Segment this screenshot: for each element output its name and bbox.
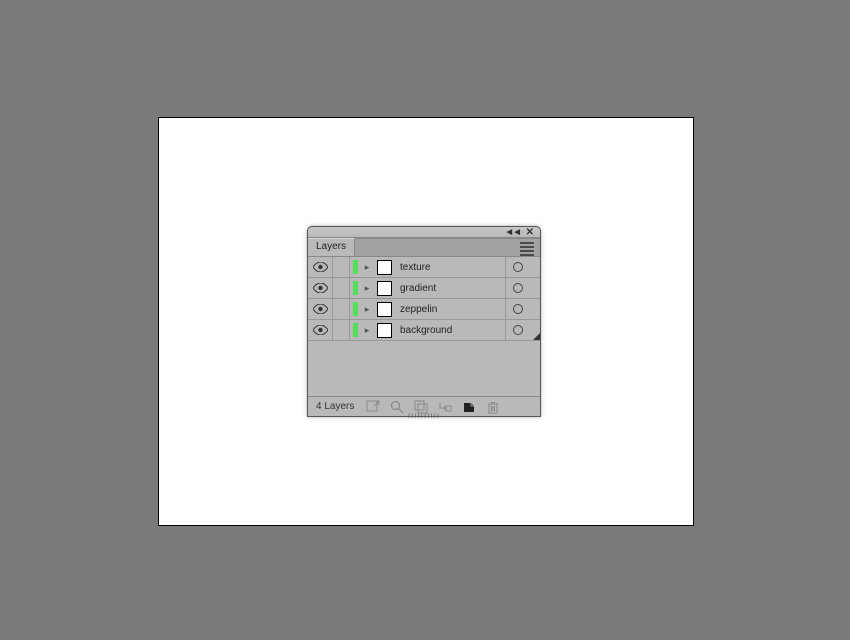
eye-icon (313, 325, 328, 335)
new-layer-icon[interactable] (462, 400, 476, 414)
delete-icon (486, 400, 500, 414)
visibility-toggle[interactable] (308, 320, 333, 340)
target-icon[interactable] (505, 257, 530, 277)
layer-name[interactable]: zeppelin (394, 304, 505, 315)
lock-column[interactable] (333, 320, 350, 340)
tab-layers[interactable]: Layers (308, 238, 355, 256)
panel-menu-icon[interactable] (520, 242, 534, 256)
panel-footer: 4 Layers ıııııııııı (308, 396, 540, 416)
new-sublayer-icon (438, 400, 452, 414)
layer-row[interactable]: ▸ gradient (308, 278, 540, 299)
collapse-icon[interactable]: ◄◄ (504, 228, 520, 238)
row-end (530, 299, 540, 319)
panel-topbar: ◄◄ ✕ (308, 227, 540, 238)
eye-icon (313, 262, 328, 272)
layer-row[interactable]: ▸ background (308, 320, 540, 341)
disclosure-toggle[interactable]: ▸ (360, 320, 374, 340)
layer-count-label: 4 Layers (308, 401, 362, 412)
layer-thumbnail[interactable] (374, 320, 394, 340)
disclosure-toggle[interactable]: ▸ (360, 257, 374, 277)
layer-color-swatch (350, 278, 360, 298)
lock-column[interactable] (333, 299, 350, 319)
layer-name[interactable]: background (394, 325, 505, 336)
target-icon[interactable] (505, 278, 530, 298)
layer-name[interactable]: gradient (394, 283, 505, 294)
disclosure-toggle[interactable]: ▸ (360, 299, 374, 319)
locate-object-icon (366, 400, 380, 414)
search-icon (390, 400, 404, 414)
layer-color-swatch (350, 299, 360, 319)
layer-row[interactable]: ▸ texture (308, 257, 540, 278)
disclosure-toggle[interactable]: ▸ (360, 278, 374, 298)
target-icon[interactable] (505, 299, 530, 319)
lock-column[interactable] (333, 257, 350, 277)
lock-column[interactable] (333, 278, 350, 298)
layer-color-swatch (350, 320, 360, 340)
layers-panel: ◄◄ ✕ Layers ▸ texture (307, 226, 541, 417)
layer-row[interactable]: ▸ zeppelin (308, 299, 540, 320)
layer-thumbnail[interactable] (374, 299, 394, 319)
layer-thumbnail[interactable] (374, 257, 394, 277)
resize-grip-icon[interactable]: ıııııııııı (408, 411, 440, 420)
visibility-toggle[interactable] (308, 257, 333, 277)
eye-icon (313, 304, 328, 314)
resize-corner-icon[interactable] (533, 333, 540, 340)
close-icon[interactable]: ✕ (526, 228, 534, 238)
row-end (530, 278, 540, 298)
row-end (530, 320, 540, 340)
layer-list: ▸ texture ▸ gradient ▸ ze (308, 257, 540, 341)
visibility-toggle[interactable] (308, 278, 333, 298)
tab-spacer (355, 238, 540, 256)
layer-thumbnail[interactable] (374, 278, 394, 298)
visibility-toggle[interactable] (308, 299, 333, 319)
layer-name[interactable]: texture (394, 262, 505, 273)
target-icon[interactable] (505, 320, 530, 340)
row-end (530, 257, 540, 277)
layer-color-swatch (350, 257, 360, 277)
panel-tabs: Layers (308, 238, 540, 257)
eye-icon (313, 283, 328, 293)
